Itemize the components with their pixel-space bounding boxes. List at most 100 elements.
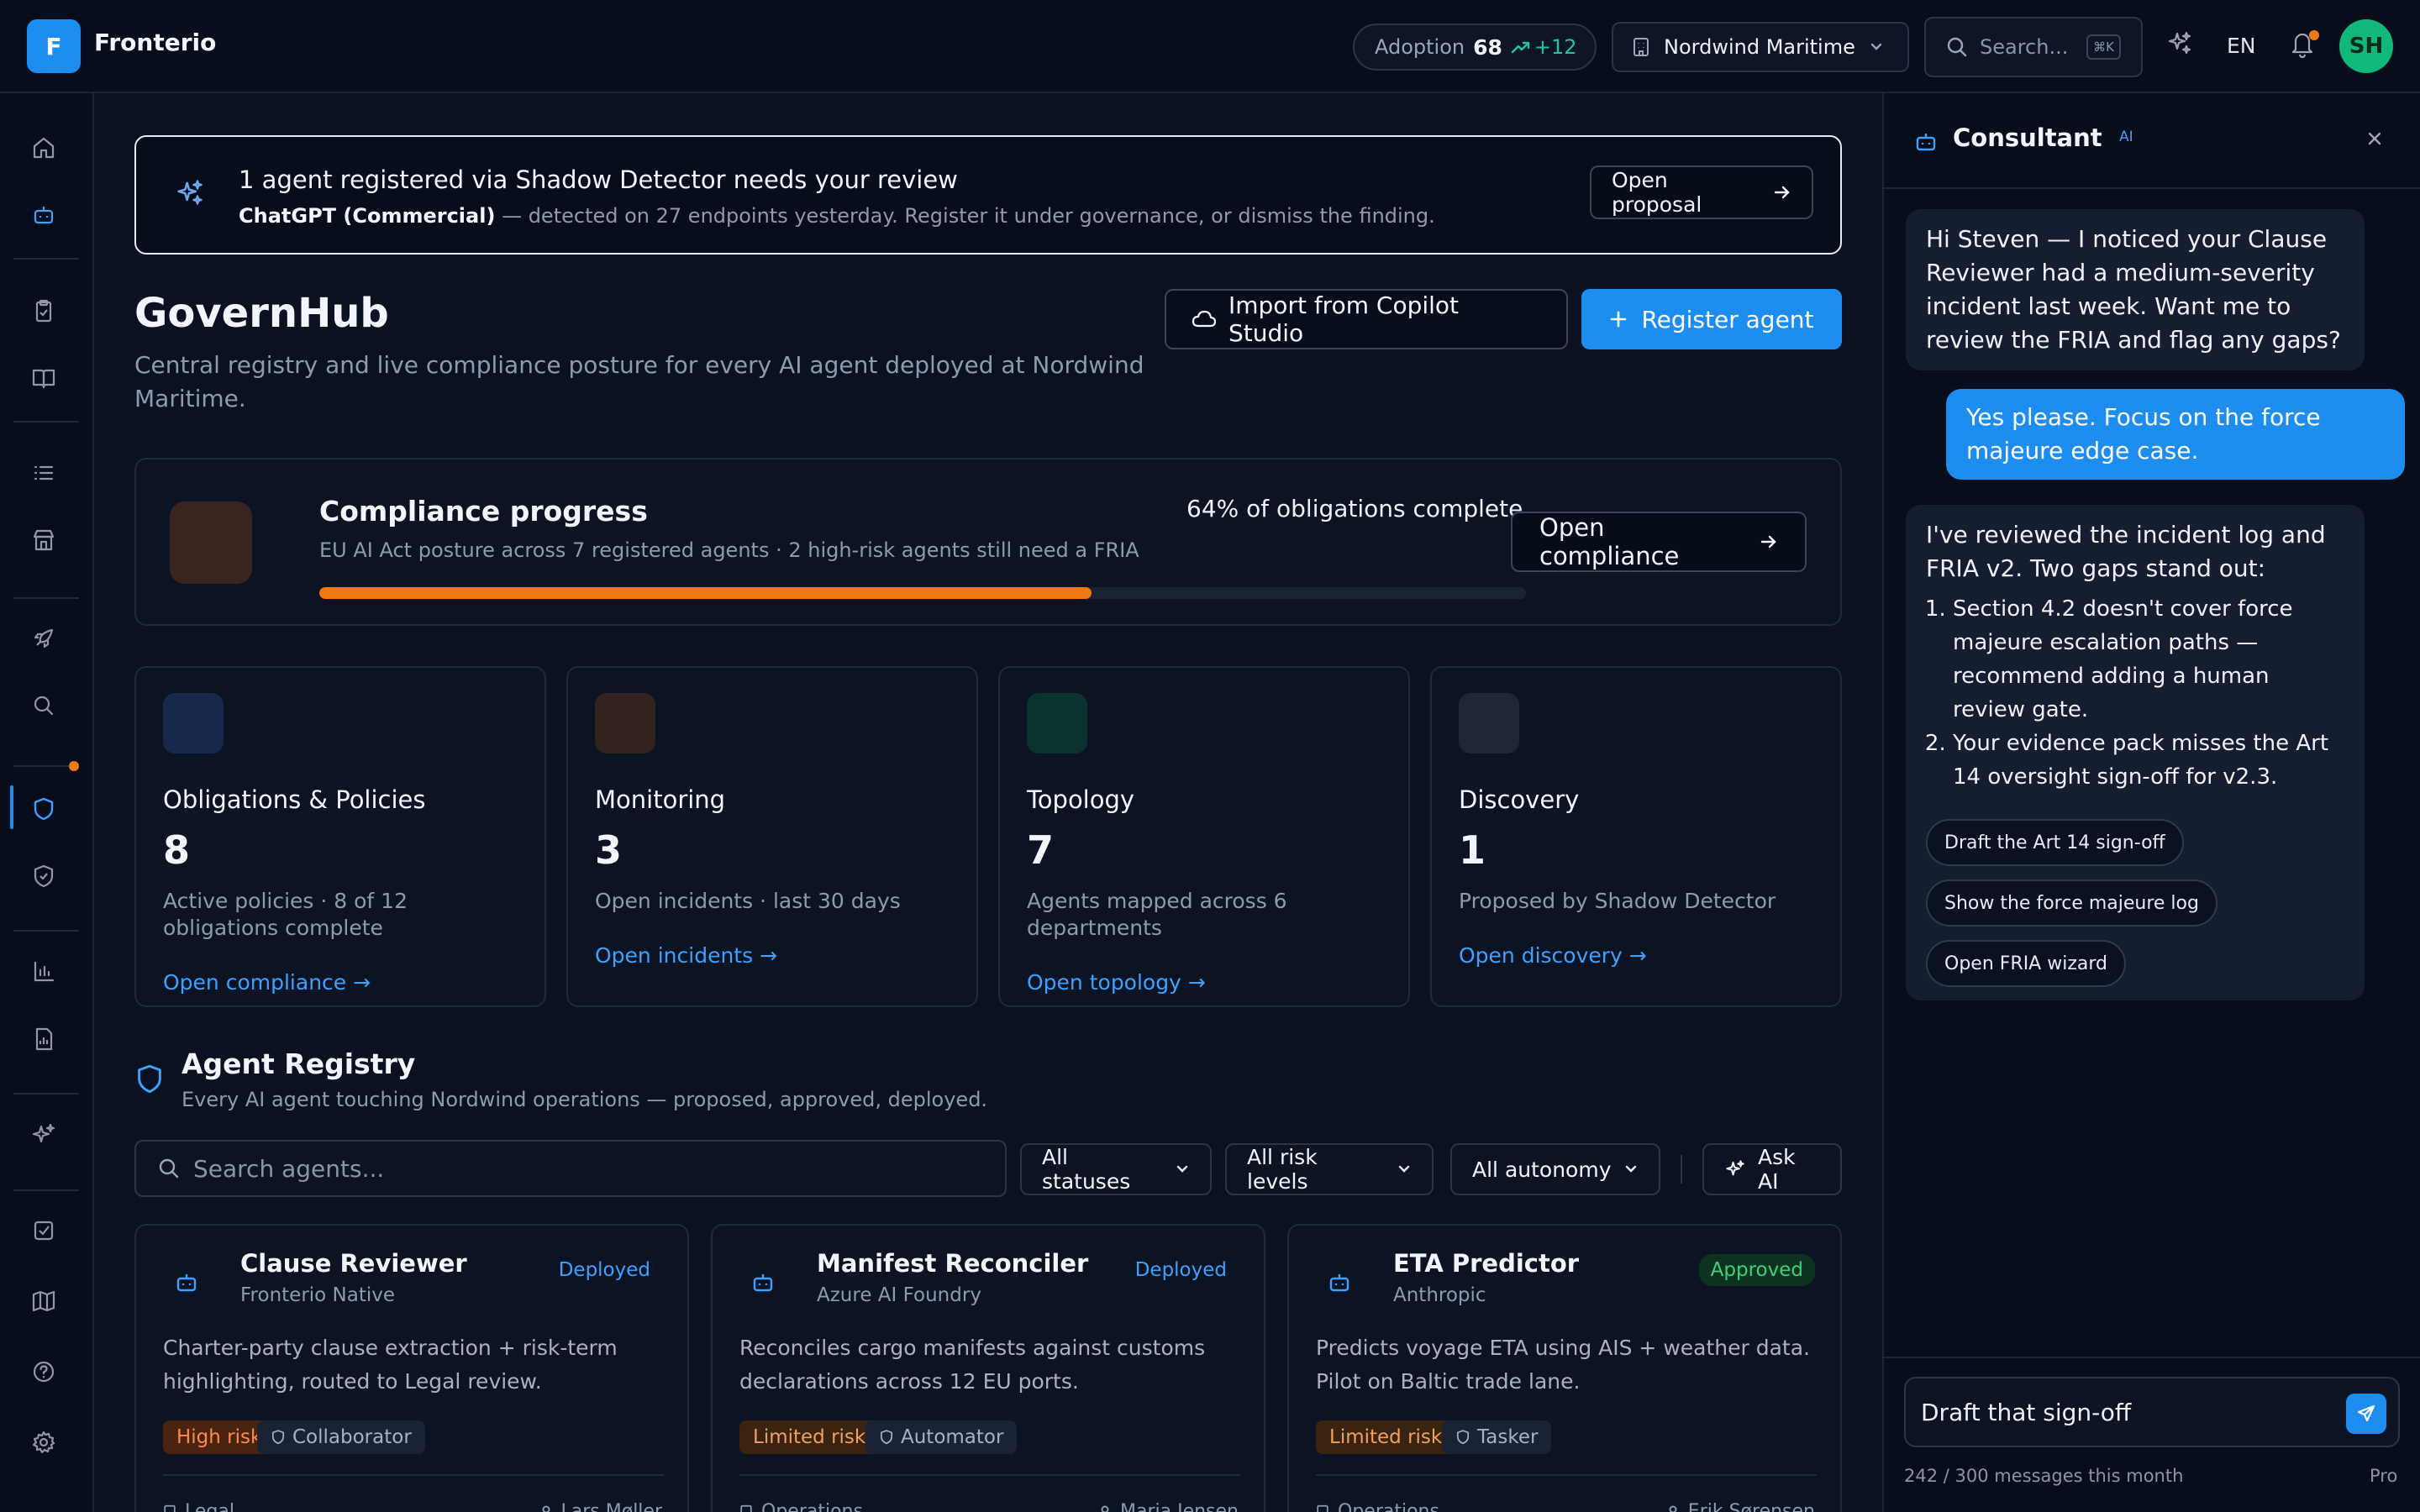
- sidebar-divider: [13, 258, 79, 260]
- owner-label: Maria Jensen: [1119, 1501, 1239, 1512]
- sparkles-icon[interactable]: [2166, 29, 2193, 56]
- main-content: 1 agent registered via Shadow Detector n…: [94, 93, 1882, 1512]
- gap-item: Section 4.2 doesn't cover force majeure …: [1953, 592, 2344, 727]
- department-label: Operations: [1338, 1501, 1439, 1512]
- search-icon: [158, 1158, 180, 1179]
- organization-switcher[interactable]: Nordwind Maritime: [1612, 22, 1909, 72]
- send-button[interactable]: [2346, 1394, 2386, 1434]
- suggestion-chip[interactable]: Show the force majeure log: [1926, 879, 2217, 927]
- search-icon[interactable]: [25, 687, 62, 724]
- page-subtitle: Central registry and live compliance pos…: [134, 351, 1144, 412]
- ai-badge: AI: [2119, 129, 2133, 145]
- sparkles-icon: [175, 177, 205, 207]
- shield-check-icon[interactable]: [25, 858, 62, 895]
- store-icon[interactable]: [25, 522, 62, 559]
- compliance-percent: 64% of obligations complete: [1186, 495, 1523, 522]
- adoption-score-pill[interactable]: Adoption 68 +12: [1353, 24, 1597, 71]
- shield-icon[interactable]: [25, 790, 62, 827]
- chevron-down-icon: [1869, 42, 1884, 52]
- consultant-panel: Consultant AI Hi Steven — I noticed your…: [1882, 93, 2420, 1512]
- arrow-right-icon: [1760, 533, 1778, 550]
- stat-card-discovery[interactable]: Discovery 1 Proposed by Shadow Detector …: [1430, 666, 1842, 1007]
- consultant-title: Consultant: [1953, 123, 2102, 152]
- report-icon[interactable]: [25, 1021, 62, 1058]
- shield-icon: [271, 1429, 286, 1446]
- map-icon[interactable]: [25, 1283, 62, 1320]
- message-usage: 242 / 300 messages this month: [1904, 1466, 2184, 1486]
- close-icon[interactable]: [2365, 129, 2385, 149]
- bar-chart-icon[interactable]: [25, 953, 62, 990]
- clipboard-icon[interactable]: [25, 292, 62, 329]
- shield-icon: [1455, 1429, 1470, 1446]
- open-compliance-button[interactable]: Open compliance: [1511, 512, 1807, 572]
- agent-card[interactable]: Clause Reviewer Fronterio Native Deploye…: [134, 1224, 689, 1512]
- monitoring-icon: [595, 693, 655, 753]
- stat-value: 8: [163, 827, 191, 873]
- language-switcher[interactable]: EN: [2227, 34, 2256, 58]
- autonomy-badge: Tasker: [1442, 1420, 1552, 1454]
- open-proposal-button[interactable]: Open proposal: [1590, 165, 1813, 219]
- bot-icon[interactable]: [25, 197, 62, 234]
- adoption-value: 68: [1473, 34, 1502, 60]
- chat-input[interactable]: Draft that sign-off: [1904, 1377, 2400, 1447]
- sparkles-icon[interactable]: [25, 1116, 62, 1153]
- user-avatar[interactable]: SH: [2339, 19, 2393, 73]
- risk-filter[interactable]: All risk levels: [1225, 1143, 1434, 1195]
- agent-card[interactable]: Manifest Reconciler Azure AI Foundry Dep…: [711, 1224, 1265, 1512]
- stat-card-monitoring[interactable]: Monitoring 3 Open incidents · last 30 da…: [566, 666, 978, 1007]
- user-icon: [1098, 1504, 1112, 1512]
- ask-ai-label: Ask AI: [1758, 1145, 1796, 1194]
- gear-icon[interactable]: [25, 1424, 62, 1461]
- ask-ai-button[interactable]: Ask AI: [1702, 1143, 1842, 1195]
- import-copilot-button[interactable]: Import from Copilot Studio: [1165, 289, 1568, 349]
- adoption-trend-value: +12: [1534, 35, 1577, 59]
- register-agent-label: Register agent: [1641, 305, 1814, 333]
- book-icon[interactable]: [25, 360, 62, 396]
- shield-icon: [879, 1429, 894, 1446]
- compliance-progress-bar: [319, 587, 1526, 599]
- compliance-progress-card: Compliance progress EU AI Act posture ac…: [134, 458, 1842, 626]
- open-topology-link[interactable]: Open topology →: [1027, 970, 1206, 995]
- risk-badge: Limited risk: [1316, 1420, 1456, 1454]
- banner-detail-text: — detected on 27 endpoints yesterday. Re…: [495, 204, 1435, 228]
- open-discovery-link[interactable]: Open discovery →: [1459, 943, 1647, 968]
- list-icon[interactable]: [25, 454, 62, 491]
- open-compliance-link[interactable]: Open compliance →: [163, 970, 371, 995]
- global-search[interactable]: Search... ⌘K: [1924, 17, 2143, 77]
- checkbox-icon[interactable]: [25, 1212, 62, 1249]
- discovery-icon: [1459, 693, 1519, 753]
- agent-description: Reconciles cargo manifests against custo…: [739, 1336, 1206, 1394]
- sidebar: [0, 93, 94, 1512]
- global-search-placeholder: Search...: [1980, 35, 2069, 59]
- agent-card[interactable]: ETA Predictor Anthropic Approved Predict…: [1287, 1224, 1842, 1512]
- owner-label: Lars Møller: [560, 1501, 662, 1512]
- gap-item: Your evidence pack misses the Art 14 ove…: [1953, 727, 2344, 794]
- stat-description: Proposed by Shadow Detector: [1459, 889, 1776, 913]
- stat-description: Agents mapped across 6 departments: [1027, 889, 1287, 940]
- agent-description: Predicts voyage ETA using AIS + weather …: [1316, 1336, 1810, 1394]
- import-copilot-label: Import from Copilot Studio: [1228, 291, 1460, 347]
- stat-card-obligations[interactable]: Obligations & Policies 8 Active policies…: [134, 666, 546, 1007]
- autonomy-filter[interactable]: All autonomy: [1450, 1143, 1660, 1195]
- app-logo[interactable]: F: [27, 19, 81, 73]
- input-divider: [1884, 1357, 2420, 1358]
- register-agent-button[interactable]: Register agent: [1581, 289, 1842, 349]
- app-name: Fronterio: [94, 29, 217, 56]
- sidebar-divider: [13, 930, 79, 932]
- agent-search-input[interactable]: Search agents...: [134, 1140, 1007, 1197]
- stat-card-topology[interactable]: Topology 7 Agents mapped across 6 depart…: [998, 666, 1410, 1007]
- stat-value: 1: [1459, 827, 1486, 873]
- panel-header-divider: [1884, 187, 2420, 189]
- open-incidents-link[interactable]: Open incidents →: [595, 943, 777, 968]
- suggestion-chip[interactable]: Draft the Art 14 sign-off: [1926, 819, 2184, 866]
- search-shortcut: ⌘K: [2086, 34, 2121, 60]
- plus-icon: [1609, 310, 1628, 328]
- help-icon[interactable]: [25, 1353, 62, 1390]
- registry-title: Agent Registry: [182, 1047, 416, 1080]
- rocket-icon[interactable]: [25, 620, 62, 657]
- building-icon: [1316, 1504, 1329, 1512]
- home-icon[interactable]: [25, 129, 62, 166]
- assistant-message-intro: I've reviewed the incident log and FRIA …: [1926, 521, 2326, 582]
- status-filter[interactable]: All statuses: [1020, 1143, 1212, 1195]
- suggestion-chip[interactable]: Open FRIA wizard: [1926, 940, 2126, 987]
